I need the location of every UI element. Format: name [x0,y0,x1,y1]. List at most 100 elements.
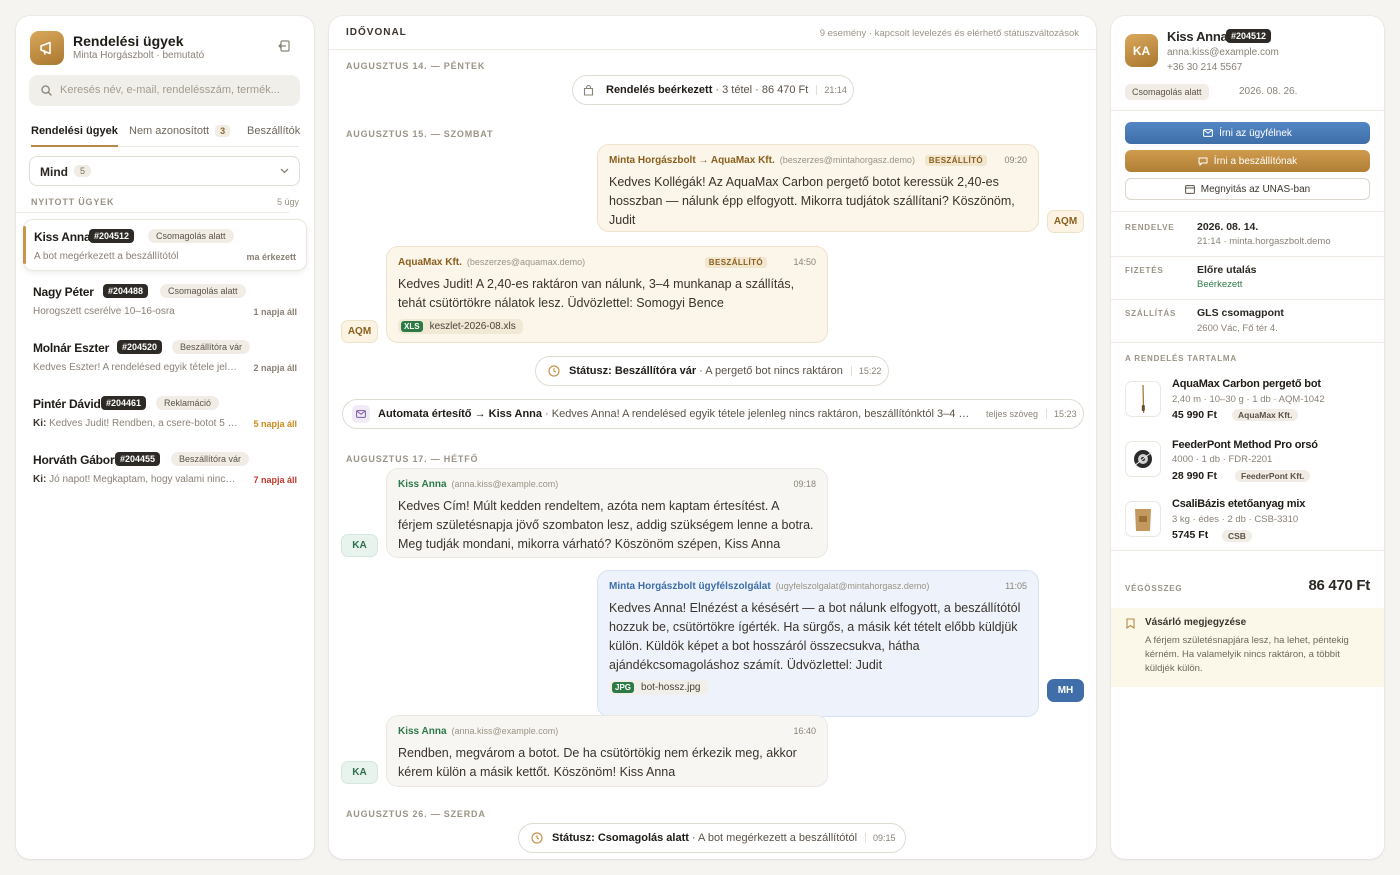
item-price: 28 990 Ft [1172,470,1217,482]
ordered-meta: 21:14 · minta.horgaszbolt.demo [1197,236,1331,247]
preview-text: Horogszett cserélve 10–16-osra [33,306,175,317]
divider [1111,110,1384,111]
item-meta: 4000 · 1 db · FDR-2201 [1172,454,1273,465]
case-id-badge: #204512 [89,229,135,243]
note-title: Vásárló megjegyzése [1145,617,1247,628]
item-meta: 2,40 m · 10–30 g · 1 db · AQM-1042 [1172,394,1325,405]
filter-count: 5 [74,165,92,177]
message-email: (beszerzes@aquamax.demo) [466,257,586,267]
payment-status: Beérkezett [1197,279,1243,290]
case-preview: Ki: Jó napot! Megkaptam, hogy valami nin… [33,474,238,485]
case-id-badge: #204520 [117,340,163,354]
message-sender: Minta Horgászbolt ügyfélszolgálat [609,581,771,592]
tab-label: Beszállítók [247,125,301,137]
item-price: 5745 Ft [1172,529,1209,541]
attachment[interactable]: XLS keszlet-2026-08.xls [398,319,523,334]
order-status-badge: Csomagolás alatt [1125,84,1209,100]
tab-rendelesi-ugyek[interactable]: Rendelési ügyek [31,125,118,147]
timeline-summary: 9 esemény · kapcsolt levelezés és elérhe… [819,28,1079,39]
shopping-bag-icon [583,84,594,96]
filter-value: Mind [40,165,68,179]
button-label: Írni az ügyfélnek [1219,127,1292,139]
case-item[interactable]: Pintér Dávid #204461 Reklamáció Ki: Kedv… [23,387,307,439]
search-icon [41,85,52,96]
message-time: 16:40 [793,726,816,736]
timeline-header: IDŐVONAL 9 esemény · kapcsolt levelezés … [329,16,1096,50]
clock-icon [548,365,560,377]
customer-avatar: KA [1125,34,1158,67]
attachment-name: keszlet-2026-08.xls [429,321,516,332]
event-title: Státusz: Beszállítóra vár [569,365,697,377]
day-separator: AUGUSZTUS 26. — SZERDA [346,809,486,819]
case-age: 5 napja áll [253,419,297,429]
case-status-badge: Beszállítóra vár [171,452,250,466]
item-supplier-tag: AquaMax Kft. [1232,409,1299,421]
shipping-method: GLS csomagpont [1197,307,1284,319]
write-supplier-button[interactable]: Írni a beszállítónak [1125,150,1370,172]
item-name: CsaliBázis etetőanyag mix [1172,498,1306,510]
message-body: Kedves Anna! Elnézést a késésért — a bot… [609,601,1021,672]
case-item[interactable]: Kiss Anna #204512 Csomagolás alatt A bot… [23,219,307,271]
customer-message[interactable]: Kiss Anna (anna.kiss@example.com) 16:40 Re… [386,715,828,787]
full-text-link[interactable]: teljes szöveg [986,409,1038,419]
case-preview: Ki: Kedves Judit! Rendben, a csere-botot… [33,418,238,429]
message-email: (anna.kiss@example.com) [451,479,559,489]
case-filter-select[interactable]: Mind 5 [29,156,300,186]
supplier-message[interactable]: AquaMax Kft. (beszerzes@aquamax.demo) BESZ… [386,246,828,343]
case-preview: A bot megérkezett a beszállítótól [34,251,239,262]
order-received-event[interactable]: Rendelés beérkezett · 3 tétel · 86 470 Ft… [572,75,854,105]
message-header: Kiss Anna (anna.kiss@example.com) 09:18 [398,479,816,493]
chat-icon [1198,157,1208,166]
event-title: Rendelés beérkezett [606,84,713,96]
case-item[interactable]: Molnár Eszter #204520 Beszállítóra vár K… [23,331,307,383]
shipping-address: 2600 Vác, Fő tér 4. [1197,323,1278,334]
avatar: KA [341,534,378,557]
divider [1111,256,1384,257]
supplier-badge: BESZÁLLÍTÓ [704,257,767,268]
case-item[interactable]: Nagy Péter #204488 Csomagolás alatt Horo… [23,275,307,327]
auto-notification-event[interactable]: Automata értesítő → Kiss Anna · Kedves An… [342,399,1084,429]
bait-bag-image [1125,501,1161,537]
button-label: Írni a beszállítónak [1213,155,1298,167]
supplier-message[interactable]: Minta Horgászbolt → AquaMax Kft. (beszerz… [597,144,1039,232]
open-unas-button[interactable]: Megnyitás az UNAS-ban [1125,178,1370,200]
customer-panel: KA Kiss Anna #204512 anna.kiss@example.c… [1111,16,1384,859]
event-detail: · A pergető bot nincs raktáron [699,365,843,377]
avatar: AQM [1047,210,1084,233]
total-label: VÉGÖSSZEG [1125,584,1183,593]
attachment[interactable]: JPG bot-hossz.jpg [609,680,708,695]
customer-phone[interactable]: +36 30 214 5567 [1167,62,1242,73]
search-input[interactable]: Keresés név, e-mail, rendelésszám, termé… [29,75,300,106]
customer-message[interactable]: Kiss Anna (anna.kiss@example.com) 09:18 Ke… [386,468,828,558]
case-status-badge: Reklamáció [156,396,220,410]
message-time: 11:05 [1005,581,1027,591]
sidebar-tabs: Rendelési ügyek Nem azonosított 3 Beszáll… [31,125,300,147]
status-change-event[interactable]: Státusz: Beszállítóra vár · A pergető bot… [535,356,889,386]
tab-beszallitok[interactable]: Beszállítók [247,125,300,147]
item-name: FeederPont Method Pro orsó [1172,439,1318,451]
case-name: Kiss Anna [34,230,91,244]
customer-note: Vásárló megjegyzése A férjem születésnap… [1111,608,1384,687]
message-sender: Kiss Anna [398,726,447,737]
case-age: ma érkezett [246,252,296,262]
event-time: 21:14 [816,85,847,95]
case-id-badge: #204455 [115,452,161,466]
payment-label: FIZETÉS [1125,266,1164,275]
staff-message[interactable]: Minta Horgászbolt ügyfélszolgálat (ugyfel… [597,570,1039,717]
tab-nem-azonositott[interactable]: Nem azonosított 3 [129,125,231,147]
message-email: (ugyfelszolgalat@mintahorgasz.demo) [775,581,930,591]
status-change-event[interactable]: Státusz: Csomagolás alatt · A bot megérke… [518,823,906,853]
write-customer-button[interactable]: Írni az ügyfélnek [1125,122,1370,144]
collapse-sidebar-icon[interactable] [278,39,292,53]
customer-email[interactable]: anna.kiss@example.com [1167,47,1279,58]
message-email: (anna.kiss@example.com) [451,726,559,736]
message-body: Kedves Kollégák! Az AquaMax Carbon perge… [609,175,1015,227]
supplier-badge: BESZÁLLÍTÓ [924,155,987,166]
day-separator: AUGUSZTUS 15. — SZOMBAT [346,129,494,139]
mail-icon [1203,129,1213,137]
preview-text: Kedves Judit! Rendben, a csere-botot 5 m… [49,418,238,429]
case-item[interactable]: Horváth Gábor #204455 Beszállítóra vár K… [23,443,307,495]
mail-icon [352,405,370,423]
message-email: (beszerzes@mintahorgasz.demo) [779,155,915,165]
case-name: Nagy Péter [33,285,94,299]
